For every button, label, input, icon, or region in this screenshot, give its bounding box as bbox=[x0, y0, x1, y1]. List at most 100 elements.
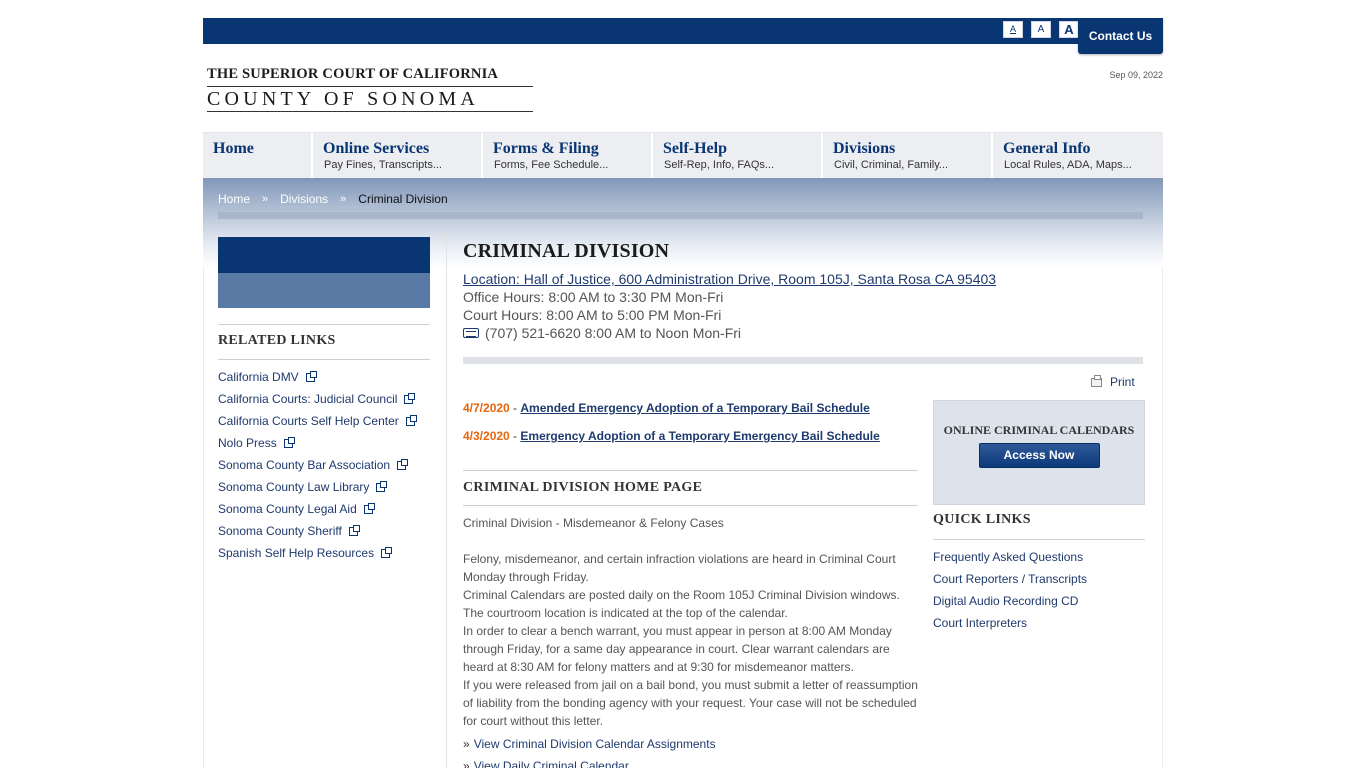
home-page-heading-bar: CRIMINAL DIVISION HOME PAGE bbox=[463, 470, 918, 506]
list-item: Digital Audio Recording CD bbox=[933, 590, 1145, 612]
paragraph: If you were released from jail on a bail… bbox=[463, 678, 918, 728]
bullet-raquo: » bbox=[463, 759, 470, 768]
nav-forms-filing[interactable]: Forms & Filing Forms, Fee Schedule... bbox=[483, 133, 653, 179]
calendar-assignments-link[interactable]: View Criminal Division Calendar Assignme… bbox=[474, 737, 716, 751]
printer-icon bbox=[1091, 374, 1102, 387]
breadcrumb-separator: » bbox=[262, 193, 269, 205]
paragraph: Criminal Calendars are posted daily on t… bbox=[463, 588, 900, 620]
nav-forms-filing-sub: Forms, Fee Schedule... bbox=[494, 159, 609, 171]
paragraph: In order to clear a bench warrant, you m… bbox=[463, 624, 892, 674]
court-hours: Court Hours: 8:00 AM to 5:00 PM Mon-Fri bbox=[463, 307, 722, 323]
logo-line-2: COUNTY OF SONOMA bbox=[207, 88, 480, 110]
external-link-icon bbox=[397, 458, 409, 470]
phone-line: (707) 521-6620 8:00 AM to Noon Mon-Fri bbox=[463, 324, 1143, 342]
external-link-icon bbox=[305, 370, 317, 382]
home-page-heading: CRIMINAL DIVISION HOME PAGE bbox=[463, 480, 703, 495]
main-divider bbox=[463, 357, 1143, 364]
daily-calendar-link[interactable]: View Daily Criminal Calendar bbox=[474, 759, 629, 768]
print-label: Print bbox=[1110, 375, 1135, 389]
list-item: Nolo Press bbox=[218, 432, 430, 454]
access-now-button[interactable]: Access Now bbox=[978, 443, 1100, 468]
related-link-dmv[interactable]: California DMV bbox=[218, 370, 299, 384]
related-link-sheriff[interactable]: Sonoma County Sheriff bbox=[218, 524, 342, 538]
body-text: Criminal Division - Misdemeanor & Felony… bbox=[463, 514, 923, 730]
contact-us-button[interactable]: Contact Us bbox=[1078, 18, 1163, 54]
font-size-controls: A A A bbox=[1003, 21, 1079, 38]
related-link-legal-aid[interactable]: Sonoma County Legal Aid bbox=[218, 502, 357, 516]
sidebar-banner-top bbox=[218, 237, 430, 273]
column-divider bbox=[446, 233, 447, 768]
location-link[interactable]: Location: Hall of Justice, 600 Administr… bbox=[463, 270, 1143, 288]
breadcrumb: Home » Divisions » Criminal Division bbox=[218, 192, 448, 206]
external-link-icon bbox=[404, 392, 416, 404]
phone-text: (707) 521-6620 8:00 AM to Noon Mon-Fri bbox=[485, 325, 742, 341]
notice-link-amended-bail-schedule[interactable]: Amended Emergency Adoption of a Temporar… bbox=[520, 401, 869, 415]
external-link-icon bbox=[376, 480, 388, 492]
font-size-medium-button[interactable]: A bbox=[1031, 21, 1051, 38]
related-link-judicial-council[interactable]: California Courts: Judicial Council bbox=[218, 392, 397, 406]
quick-link-faq[interactable]: Frequently Asked Questions bbox=[933, 550, 1083, 564]
nav-general-info-sub: Local Rules, ADA, Maps... bbox=[1004, 159, 1132, 171]
breadcrumb-home[interactable]: Home bbox=[218, 192, 250, 206]
notice-date: 4/7/2020 bbox=[463, 401, 510, 415]
sidebar-banner-bottom bbox=[218, 273, 430, 308]
quick-links-list: Frequently Asked Questions Court Reporte… bbox=[933, 546, 1145, 634]
nav-online-services-sub: Pay Fines, Transcripts... bbox=[324, 159, 442, 171]
related-link-nolo-press[interactable]: Nolo Press bbox=[218, 436, 277, 450]
list-item: California DMV bbox=[218, 366, 430, 388]
nav-online-services[interactable]: Online Services Pay Fines, Transcripts..… bbox=[313, 133, 483, 179]
logo-rule-bottom bbox=[207, 111, 533, 112]
subheading: Criminal Division - Misdemeanor & Felony… bbox=[463, 516, 724, 530]
nav-self-help-sub: Self-Rep, Info, FAQs... bbox=[664, 159, 775, 171]
notice-link-emergency-bail-schedule[interactable]: Emergency Adoption of a Temporary Emerge… bbox=[520, 429, 879, 443]
notice-item: 4/7/2020 - Amended Emergency Adoption of… bbox=[463, 400, 923, 428]
list-item: » View Criminal Division Calendar Assignm… bbox=[463, 733, 716, 755]
nav-divisions-title: Divisions bbox=[833, 140, 896, 157]
related-link-self-help-center[interactable]: California Courts Self Help Center bbox=[218, 414, 399, 428]
external-link-icon bbox=[283, 436, 295, 448]
quick-links-divider bbox=[933, 539, 1145, 540]
related-link-bar-association[interactable]: Sonoma County Bar Association bbox=[218, 458, 390, 472]
division-links: » View Criminal Division Calendar Assignm… bbox=[463, 733, 716, 768]
nav-general-info[interactable]: General Info Local Rules, ADA, Maps... bbox=[993, 133, 1163, 179]
nav-home-title: Home bbox=[213, 140, 254, 157]
quick-link-interpreters[interactable]: Court Interpreters bbox=[933, 616, 1027, 630]
notice-date: 4/3/2020 bbox=[463, 429, 510, 443]
list-item: California Courts: Judicial Council bbox=[218, 388, 430, 410]
nav-online-services-title: Online Services bbox=[323, 140, 430, 157]
nav-forms-filing-title: Forms & Filing bbox=[493, 140, 599, 157]
list-item: Sonoma County Law Library bbox=[218, 476, 430, 498]
online-calendars-title: ONLINE CRIMINAL CALENDARS bbox=[943, 423, 1135, 437]
sidebar-divider bbox=[218, 359, 430, 360]
font-size-large-button[interactable]: A bbox=[1059, 21, 1079, 38]
phone-icon bbox=[463, 328, 479, 338]
quick-links-heading: QUICK LINKS bbox=[933, 512, 1031, 527]
logo-rule bbox=[207, 86, 533, 87]
nav-self-help-title: Self-Help bbox=[663, 140, 727, 157]
online-calendars-box: ONLINE CRIMINAL CALENDARS Access Now bbox=[933, 400, 1145, 505]
related-link-law-library[interactable]: Sonoma County Law Library bbox=[218, 480, 369, 494]
notice-dash: - bbox=[509, 401, 521, 415]
external-link-icon bbox=[405, 414, 417, 426]
page-title: CRIMINAL DIVISION bbox=[463, 240, 670, 262]
list-item: Sonoma County Legal Aid bbox=[218, 498, 430, 520]
breadcrumb-divisions[interactable]: Divisions bbox=[280, 192, 328, 206]
font-size-small-button[interactable]: A bbox=[1003, 21, 1023, 38]
nav-self-help[interactable]: Self-Help Self-Rep, Info, FAQs... bbox=[653, 133, 823, 179]
breadcrumb-current: Criminal Division bbox=[358, 192, 448, 206]
quick-link-court-reporters[interactable]: Court Reporters / Transcripts bbox=[933, 572, 1087, 586]
list-item: Sonoma County Bar Association bbox=[218, 454, 430, 476]
notice-dash: - bbox=[509, 429, 521, 443]
print-button[interactable]: Print bbox=[1091, 374, 1135, 389]
notices-list: 4/7/2020 - Amended Emergency Adoption of… bbox=[463, 400, 923, 456]
quick-link-audio-recording[interactable]: Digital Audio Recording CD bbox=[933, 594, 1078, 608]
nav-home[interactable]: Home bbox=[203, 133, 313, 179]
list-item: Spanish Self Help Resources bbox=[218, 542, 430, 564]
office-hours: Office Hours: 8:00 AM to 3:30 PM Mon-Fri bbox=[463, 289, 724, 305]
related-link-spanish-self-help[interactable]: Spanish Self Help Resources bbox=[218, 546, 374, 560]
logo-line-1: THE SUPERIOR COURT OF CALIFORNIA bbox=[207, 66, 499, 82]
nav-divisions[interactable]: Divisions Civil, Criminal, Family... bbox=[823, 133, 993, 179]
court-logo[interactable]: THE SUPERIOR COURT OF CALIFORNIA COUNTY … bbox=[207, 66, 533, 112]
content-edge-left bbox=[203, 268, 204, 768]
